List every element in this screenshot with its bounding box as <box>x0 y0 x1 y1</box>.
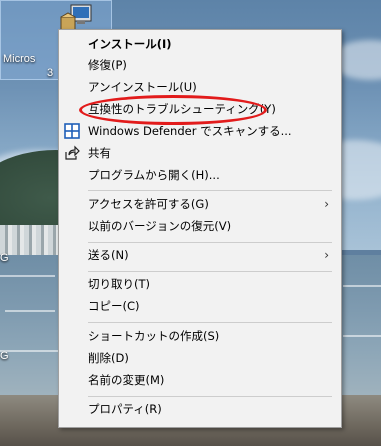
menu-separator <box>88 242 332 243</box>
context-menu: インストール(I) 修復(P) アンインストール(U) 互換性のトラブルシューテ… <box>58 29 342 428</box>
menu-item-label: 修復(P) <box>88 58 127 72</box>
menu-item-label: 送る(N) <box>88 248 129 262</box>
menu-item-label: 共有 <box>88 146 111 160</box>
desktop-edge-text: G <box>0 350 9 362</box>
menu-item-repair[interactable]: 修復(P) <box>59 55 341 76</box>
desktop-icon-label-suffix: 3 <box>47 67 54 79</box>
menu-item-open-with[interactable]: プログラムから開く(H)... <box>59 165 341 186</box>
wallpaper-wave <box>343 285 381 287</box>
share-icon <box>65 145 80 160</box>
menu-item-label: ショートカットの作成(S) <box>88 329 220 343</box>
menu-item-create-shortcut[interactable]: ショートカットの作成(S) <box>59 326 341 347</box>
menu-separator <box>88 322 332 323</box>
menu-separator <box>88 396 332 397</box>
menu-item-delete[interactable]: 削除(D) <box>59 348 341 369</box>
menu-separator <box>88 190 332 191</box>
wallpaper-wave <box>0 275 55 277</box>
menu-item-label: アンインストール(U) <box>88 80 197 94</box>
menu-item-label: プロパティ(R) <box>88 402 162 416</box>
menu-item-label: 切り取り(T) <box>88 277 150 291</box>
menu-item-label: プログラムから開く(H)... <box>88 168 220 182</box>
menu-item-uninstall[interactable]: アンインストール(U) <box>59 77 341 98</box>
menu-item-label: 以前のバージョンの復元(V) <box>88 219 232 233</box>
menu-item-label: Windows Defender でスキャンする... <box>88 124 292 138</box>
menu-item-defender-scan[interactable]: Windows Defender でスキャンする... <box>59 121 341 142</box>
menu-item-troubleshoot-compatibility[interactable]: 互換性のトラブルシューティング(Y) <box>59 99 341 120</box>
menu-item-rename[interactable]: 名前の変更(M) <box>59 370 341 391</box>
menu-item-label: アクセスを許可する(G) <box>88 197 209 211</box>
menu-item-label: インストール(I) <box>88 37 172 51</box>
menu-item-label: 名前の変更(M) <box>88 373 165 387</box>
desktop-icon-label: Micros <box>3 53 36 65</box>
menu-item-install[interactable]: インストール(I) <box>59 34 341 55</box>
wallpaper-wave <box>5 310 55 312</box>
menu-item-label: コピー(C) <box>88 299 140 313</box>
menu-separator <box>88 271 332 272</box>
menu-item-give-access[interactable]: アクセスを許可する(G) › <box>59 194 341 215</box>
chevron-right-icon: › <box>324 248 329 262</box>
menu-item-label: 互換性のトラブルシューティング(Y) <box>88 102 276 116</box>
menu-item-restore-previous-versions[interactable]: 以前のバージョンの復元(V) <box>59 216 341 237</box>
menu-item-properties[interactable]: プロパティ(R) <box>59 399 341 420</box>
wallpaper-wave <box>343 335 381 337</box>
menu-item-share[interactable]: 共有 <box>59 143 341 164</box>
menu-item-label: 削除(D) <box>88 351 129 365</box>
menu-item-cut[interactable]: 切り取り(T) <box>59 274 341 295</box>
menu-item-copy[interactable]: コピー(C) <box>59 296 341 317</box>
chevron-right-icon: › <box>324 197 329 211</box>
defender-shield-icon <box>64 123 80 139</box>
menu-item-send-to[interactable]: 送る(N) › <box>59 245 341 266</box>
desktop-edge-text: G <box>0 252 9 264</box>
